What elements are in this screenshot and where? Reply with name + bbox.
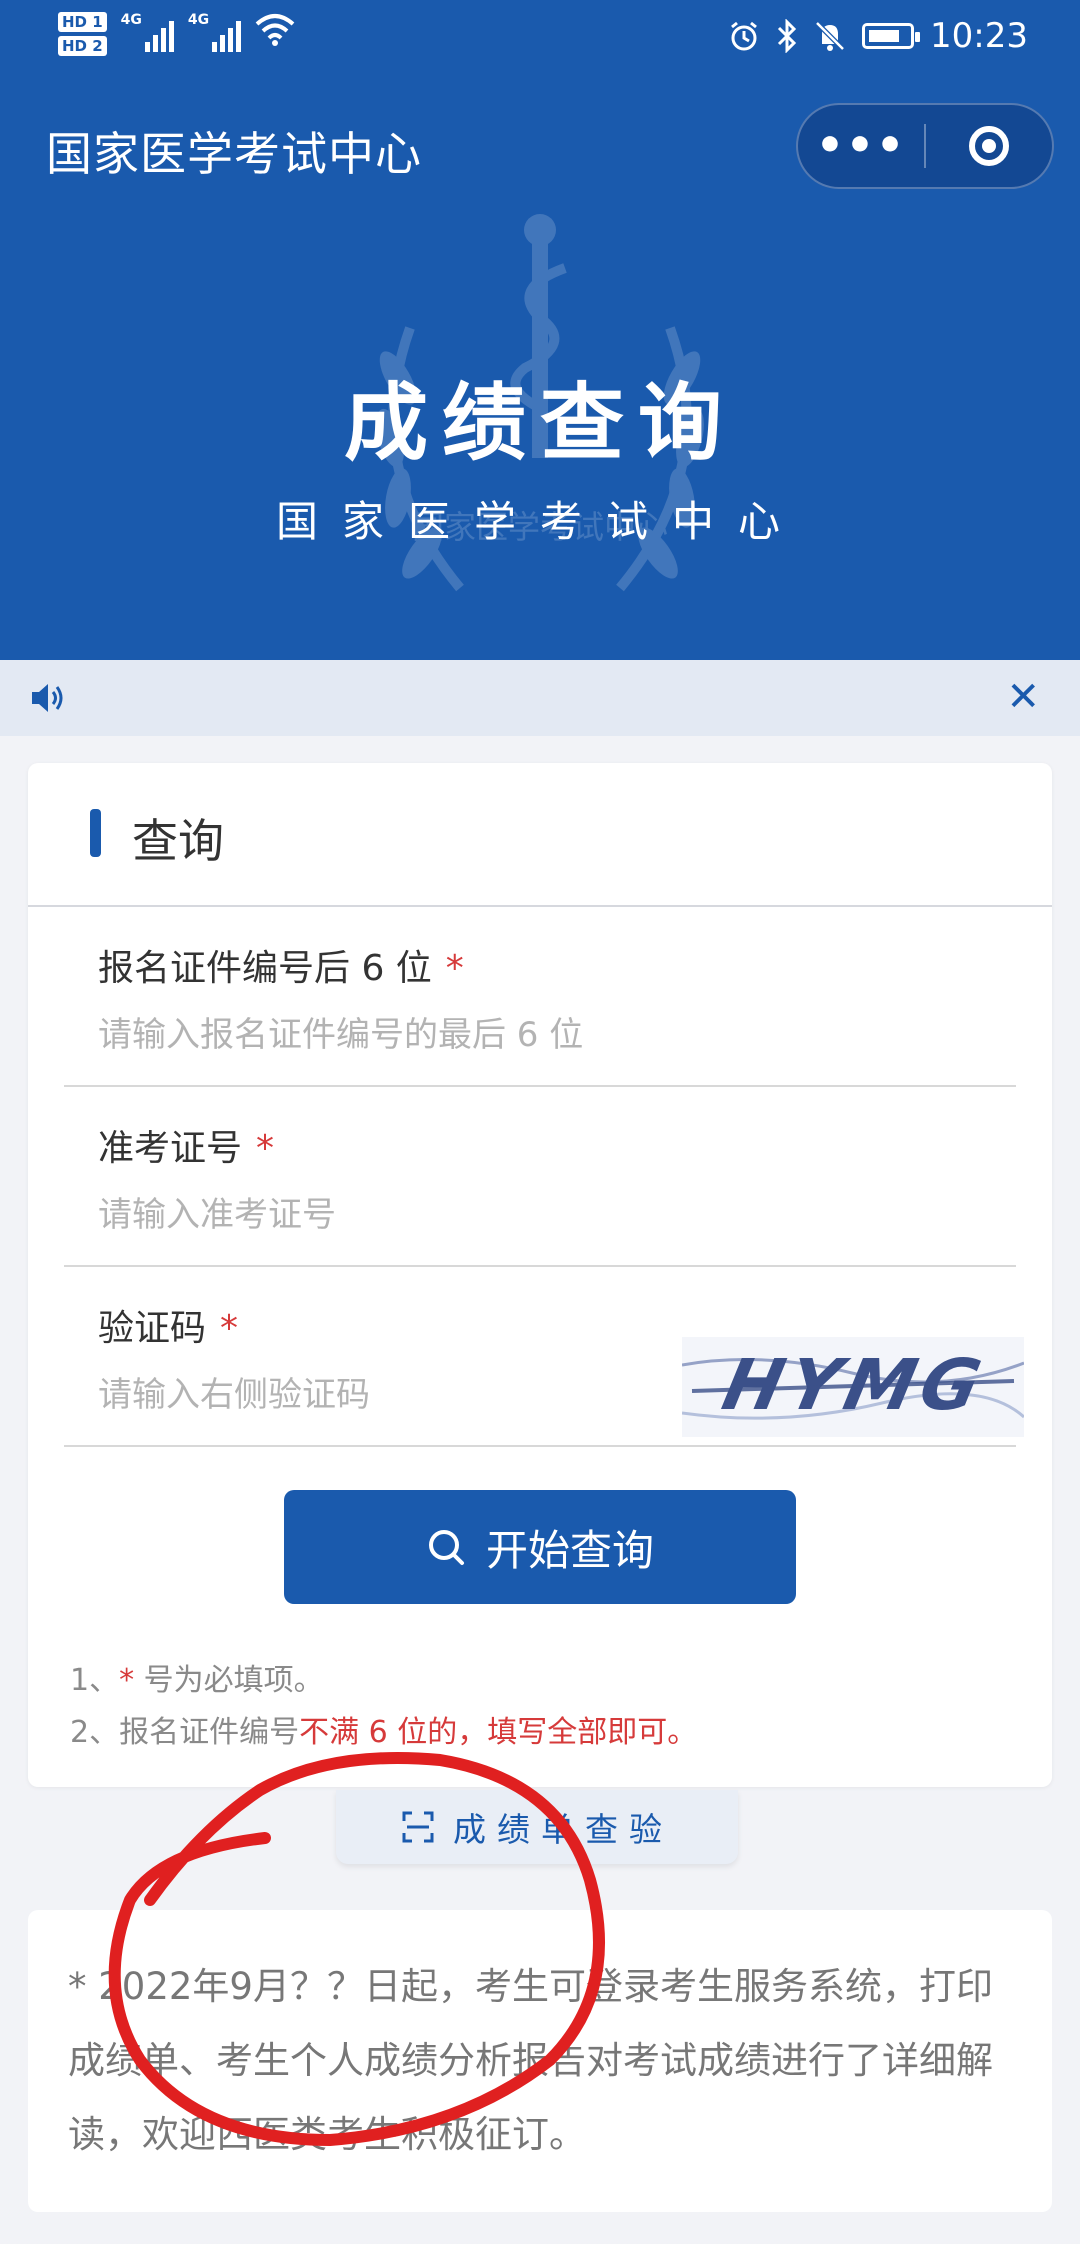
note-line-2: 2、报名证件编号不满 6 位的，填写全部即可。: [70, 1707, 697, 1751]
query-card: 查询 报名证件编号后 6 位 * 准考证号 * 验证码 * HYMG 开始查询: [28, 763, 1052, 1787]
id-suffix-input[interactable]: [98, 1009, 978, 1061]
hd-badge-2: HD 2: [58, 36, 107, 56]
start-query-button[interactable]: 开始查询: [284, 1490, 796, 1604]
signal-icon: 4G: [121, 12, 174, 52]
admission-ticket-input[interactable]: [98, 1189, 978, 1241]
captcha-image[interactable]: HYMG: [682, 1337, 1024, 1437]
note1-suffix: 号为必填项。: [134, 1663, 324, 1698]
info-card: * 2022年9月？？日起，考生可登录考生服务系统，打印成绩单、考生个人成绩分析…: [28, 1910, 1052, 2212]
hero-title: 成绩查询: [343, 374, 736, 472]
captcha-input[interactable]: [98, 1369, 658, 1421]
required-mark: *: [256, 1128, 275, 1169]
field-label-text: 准考证号: [98, 1128, 243, 1169]
status-right: 10:23: [728, 16, 1028, 56]
volume-icon: [32, 684, 63, 712]
hd-indicator: HD 1 HD 2: [58, 12, 107, 56]
note2-highlight: 不满 6 位的，填写全部即可。: [299, 1715, 698, 1750]
section-title: 查询: [132, 814, 224, 868]
hd-badge-1: HD 1: [58, 12, 107, 32]
network-label-1: 4G: [120, 12, 142, 28]
close-miniprogram-button[interactable]: [926, 126, 1052, 166]
alarm-icon: [731, 21, 757, 51]
bluetooth-icon: [777, 19, 797, 53]
more-icon[interactable]: •••: [798, 103, 924, 189]
info-text: * 2022年9月？？日起，考生可登录考生服务系统，打印成绩单、考生个人成绩分析…: [68, 1965, 993, 2156]
status-left: HD 1 HD 2 4G 4G: [58, 12, 295, 56]
scan-icon: [402, 1811, 434, 1843]
section-accent-bar: [90, 809, 101, 857]
note1-star: *: [119, 1663, 135, 1698]
battery-icon: [862, 23, 921, 49]
hero-banner: 国家医学考试中心 国家医学考试中心 ••• 成绩查询 国家医学考试中心: [0, 88, 1080, 660]
score-verify-label: 成绩单查验: [453, 1810, 673, 1849]
start-query-label: 开始查询: [485, 1525, 654, 1575]
note2-prefix: 2、报名证件编号: [70, 1715, 300, 1750]
note1-prefix: 1、: [70, 1663, 120, 1698]
notice-bar: ✕: [0, 660, 1080, 736]
field-label: 验证码 *: [98, 1299, 238, 1351]
required-mark: *: [445, 948, 464, 989]
note-line-1: 1、* 号为必填项。: [70, 1655, 324, 1699]
target-icon: [968, 126, 1009, 166]
card-header: 查询: [28, 763, 1052, 907]
network-label-2: 4G: [187, 12, 210, 28]
required-mark: *: [220, 1308, 239, 1349]
wifi-icon: [255, 14, 295, 46]
search-icon: [428, 1530, 464, 1565]
id-suffix-field: 报名证件编号后 6 位 *: [64, 905, 1016, 1087]
hero-subtitle: 国家医学考试中心: [275, 497, 804, 546]
signal-icon: 4G: [187, 12, 242, 52]
admission-ticket-field: 准考证号 *: [64, 1085, 1016, 1267]
miniprogram-capsule: •••: [796, 103, 1054, 189]
field-label: 报名证件编号后 6 位 *: [98, 939, 464, 991]
close-icon[interactable]: ✕: [1006, 674, 1040, 720]
captcha-field: 验证码 * HYMG: [64, 1265, 1024, 1447]
nav-title: 国家医学考试中心: [46, 127, 422, 181]
field-label-text: 报名证件编号后 6 位: [98, 948, 432, 989]
field-label-text: 验证码: [98, 1308, 207, 1349]
status-bar: HD 1 HD 2 4G 4G 10:23: [0, 0, 1080, 88]
field-label: 准考证号 *: [98, 1119, 274, 1171]
score-verify-button[interactable]: 成绩单查验: [336, 1790, 738, 1864]
status-time: 10:23: [930, 16, 1028, 56]
mute-icon: [815, 21, 845, 51]
